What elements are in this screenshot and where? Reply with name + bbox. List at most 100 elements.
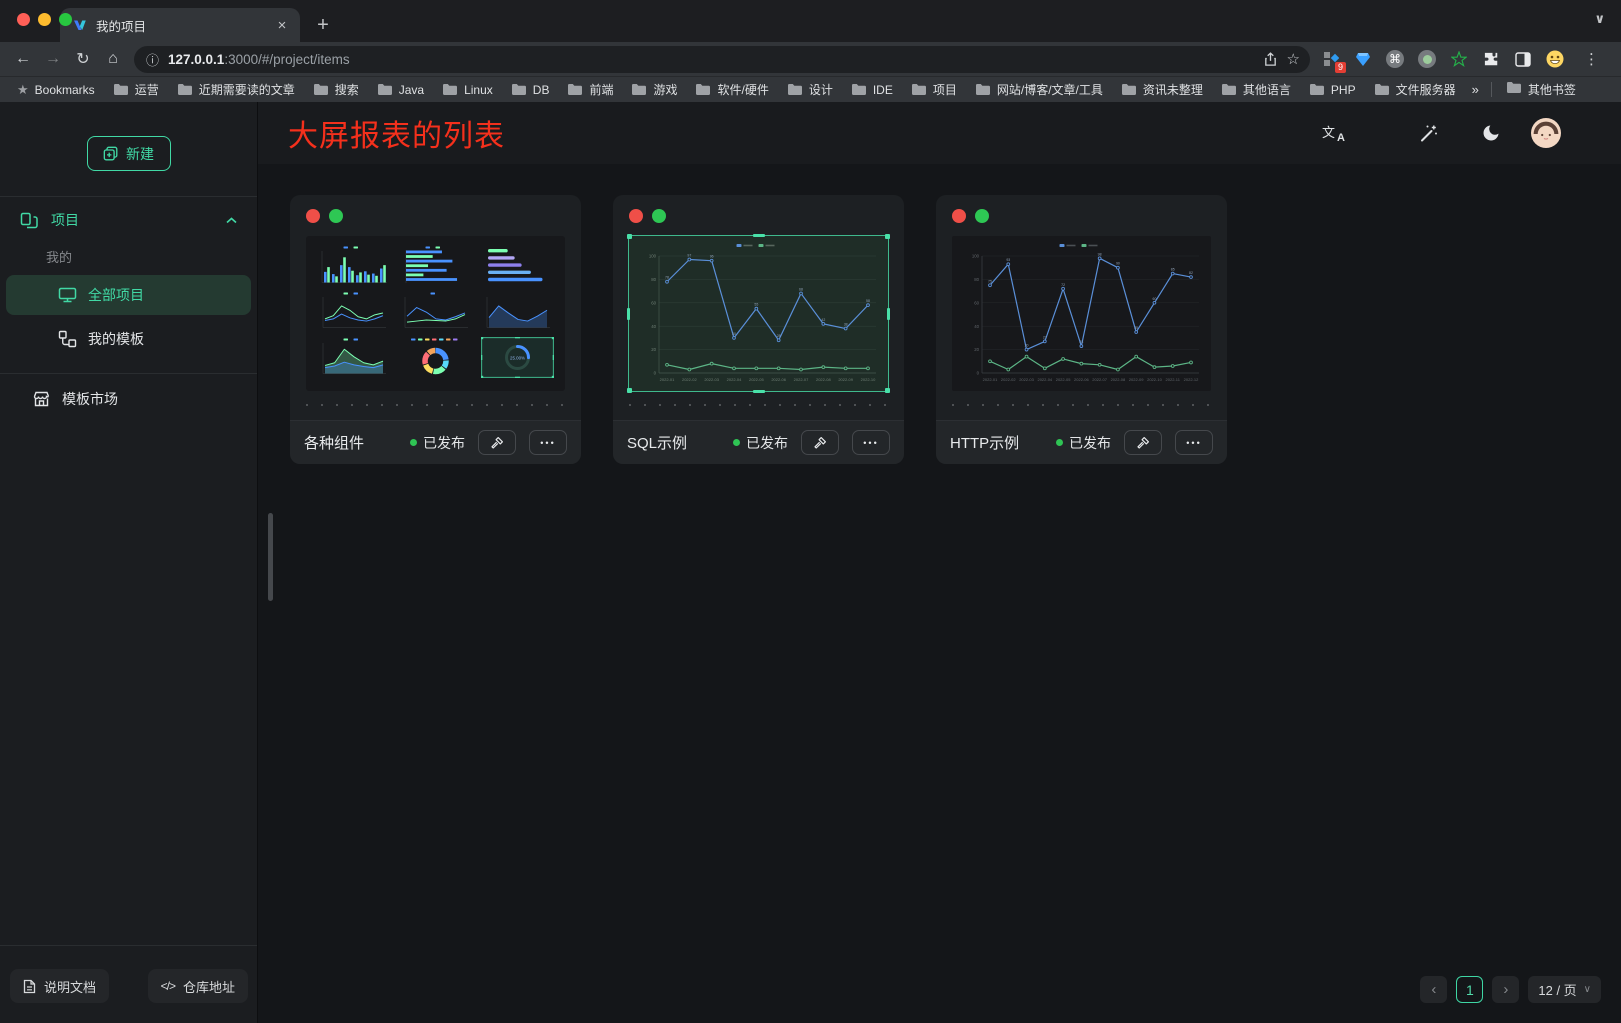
bookmark-folder[interactable]: 搜索 [306, 79, 366, 100]
more-actions-button[interactable]: ••• [852, 430, 890, 455]
repo-button-label: 仓库地址 [183, 977, 235, 996]
repo-button[interactable]: </> 仓库地址 [148, 969, 248, 1003]
more-actions-button[interactable]: ••• [1175, 430, 1213, 455]
forward-icon[interactable]: → [38, 50, 68, 68]
card-red-dot [952, 209, 966, 223]
project-card[interactable]: 0204060801002022-012022-022022-032022-04… [936, 195, 1227, 464]
maximize-window-button[interactable] [59, 13, 72, 26]
bookmarks-root[interactable]: ★ Bookmarks [10, 80, 102, 100]
bookmark-folder[interactable]: Java [370, 81, 431, 99]
line-chart-thumbnail: 0204060801002022-012022-022022-032022-04… [629, 236, 888, 391]
chevron-up-icon[interactable] [226, 217, 237, 224]
reload-icon[interactable]: ↻ [68, 49, 98, 69]
macos-window-controls [17, 13, 72, 26]
bookmark-folder[interactable]: 项目 [904, 79, 964, 100]
site-info-icon[interactable]: ⓘ [146, 50, 159, 69]
svg-text:80: 80 [974, 277, 979, 282]
bookmark-folder[interactable]: 文件服务器 [1367, 79, 1463, 100]
edit-hammer-button[interactable] [478, 430, 516, 455]
bookmark-folder[interactable]: 近期需要读的文章 [170, 79, 302, 100]
selection-handle[interactable] [627, 308, 630, 320]
project-thumbnail[interactable]: 0204060801002022-012022-022022-032022-04… [629, 236, 888, 391]
docs-button[interactable]: 说明文档 [10, 969, 109, 1003]
dark-mode-moon-icon[interactable] [1481, 123, 1501, 143]
more-actions-button[interactable]: ••• [529, 430, 567, 455]
home-icon[interactable]: ⌂ [98, 50, 128, 68]
selection-handle[interactable] [885, 234, 890, 239]
scrollbar-thumb[interactable] [268, 513, 273, 601]
back-icon[interactable]: ← [8, 50, 38, 68]
browser-tab[interactable]: 我的项目 × [60, 8, 300, 42]
magic-wand-icon[interactable] [1418, 123, 1439, 144]
bookmark-folder-label: 前端 [589, 81, 613, 98]
language-toggle-icon[interactable]: 文 A [1322, 122, 1346, 144]
bookmark-folder[interactable]: PHP [1302, 81, 1363, 99]
share-icon[interactable] [1263, 52, 1278, 67]
sidebar-item-my-templates[interactable]: 我的模板 [6, 319, 251, 359]
next-page-button[interactable]: › [1492, 976, 1519, 1003]
minimize-window-button[interactable] [38, 13, 51, 26]
bookmark-folder[interactable]: 设计 [780, 79, 840, 100]
edit-hammer-button[interactable] [801, 430, 839, 455]
status-label: 已发布 [746, 433, 788, 453]
user-avatar[interactable] [1531, 118, 1561, 148]
project-thumbnail[interactable]: 25.00% [306, 236, 565, 391]
svg-text:20: 20 [974, 347, 979, 352]
page-size-label: 12 / 页 [1538, 980, 1576, 999]
current-page-button[interactable]: 1 [1456, 976, 1483, 1003]
selection-handle[interactable] [885, 388, 890, 393]
bookmark-folder[interactable]: 网站/博客/文章/工具 [968, 79, 1110, 100]
project-thumbnail[interactable]: 0204060801002022-012022-022022-032022-04… [952, 236, 1211, 391]
edit-hammer-button[interactable] [1124, 430, 1162, 455]
sidebar-item-template-market[interactable]: 模板市场 [0, 380, 257, 418]
pagination: ‹ 1 › 12 / 页 ∨ [1420, 976, 1601, 1003]
sidebar-item-all-projects[interactable]: 全部项目 [6, 275, 251, 315]
tab-close-icon[interactable]: × [273, 17, 291, 34]
tab-search-icon[interactable]: ∨ [1594, 11, 1605, 27]
bookmark-folder[interactable]: DB [504, 81, 557, 99]
star-extension-icon[interactable] [1450, 50, 1468, 68]
svg-text:60: 60 [651, 300, 656, 305]
screens-icon [20, 211, 39, 230]
selection-handle[interactable] [627, 388, 632, 393]
tab-manager-extension-icon[interactable]: 9 [1322, 50, 1340, 68]
address-bar[interactable]: ⓘ 127.0.0.1:3000/#/project/items ☆ [134, 46, 1310, 73]
svg-text:2022-06: 2022-06 [771, 377, 786, 382]
extensions-puzzle-icon[interactable] [1482, 50, 1500, 68]
selection-handle[interactable] [753, 234, 765, 237]
other-bookmarks[interactable]: 其他书签 [1499, 79, 1583, 101]
recorder-extension-icon[interactable] [1418, 50, 1436, 68]
new-tab-button[interactable]: + [308, 10, 338, 40]
page-size-select[interactable]: 12 / 页 ∨ [1528, 976, 1601, 1003]
bookmark-star-icon[interactable]: ☆ [1287, 50, 1300, 68]
bookmark-folder[interactable]: 游戏 [624, 79, 684, 100]
browser-menu-icon[interactable]: ⋮ [1578, 50, 1605, 68]
bookmark-folder[interactable]: Linux [435, 81, 500, 99]
sidebar-group-projects[interactable]: 项目 [0, 199, 257, 241]
project-card[interactable]: 25.00% 各种组件 已发布 ••• [290, 195, 581, 464]
prev-page-button[interactable]: ‹ [1420, 976, 1447, 1003]
project-card[interactable]: 0204060801002022-012022-022022-032022-04… [613, 195, 904, 464]
bookmark-folder[interactable]: 其他语言 [1214, 79, 1298, 100]
close-window-button[interactable] [17, 13, 30, 26]
svg-text:2022-09: 2022-09 [838, 377, 853, 382]
gem-extension-icon[interactable] [1354, 50, 1372, 68]
browser-tab-strip: 我的项目 × + ∨ [0, 0, 1621, 42]
folder-icon [1121, 83, 1137, 96]
emoji-profile-icon[interactable] [1546, 50, 1564, 68]
selection-handle[interactable] [627, 234, 632, 239]
bookmark-folder[interactable]: 前端 [560, 79, 620, 100]
bookmark-folder[interactable]: 资讯未整理 [1114, 79, 1210, 100]
svg-text:2022-08: 2022-08 [816, 377, 831, 382]
bookmarks-overflow-icon[interactable]: » [1467, 82, 1484, 97]
card-red-dot [306, 209, 320, 223]
selection-handle[interactable] [887, 308, 890, 320]
bookmark-folder[interactable]: 软件/硬件 [688, 79, 775, 100]
mini-chart-hbar-round [481, 245, 554, 286]
new-project-button[interactable]: 新建 [87, 136, 171, 171]
bookmark-folder[interactable]: IDE [844, 81, 900, 99]
command-extension-icon[interactable]: ⌘ [1386, 50, 1404, 68]
bookmark-folder[interactable]: 运营 [106, 79, 166, 100]
side-panel-icon[interactable] [1514, 50, 1532, 68]
selection-handle[interactable] [753, 390, 765, 393]
